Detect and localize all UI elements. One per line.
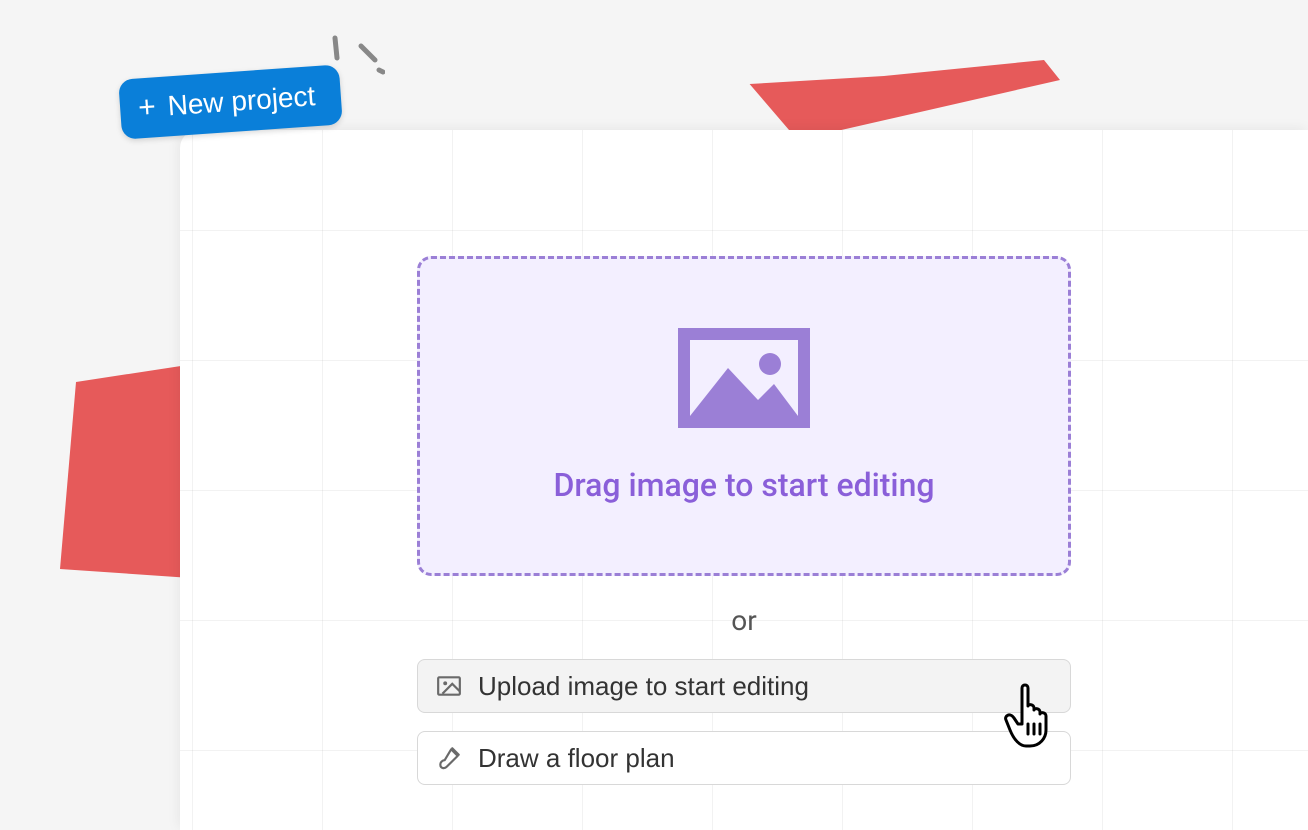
brush-icon <box>436 745 462 771</box>
image-placeholder-icon <box>678 328 810 428</box>
panel-content: Drag image to start editing or Upload im… <box>180 130 1308 803</box>
upload-image-button[interactable]: Upload image to start editing <box>417 659 1071 713</box>
image-dropzone[interactable]: Drag image to start editing <box>417 256 1071 576</box>
editor-panel: Drag image to start editing or Upload im… <box>180 130 1308 830</box>
separator-text: or <box>731 604 756 637</box>
new-project-button[interactable]: + New project <box>118 64 343 139</box>
upload-image-label: Upload image to start editing <box>478 671 809 702</box>
new-project-label: New project <box>167 80 317 122</box>
dropzone-text: Drag image to start editing <box>553 466 934 504</box>
plus-icon: + <box>137 92 157 123</box>
decorative-shape-top <box>740 60 1060 140</box>
draw-floor-plan-button[interactable]: Draw a floor plan <box>417 731 1071 785</box>
image-icon <box>436 673 462 699</box>
draw-floor-plan-label: Draw a floor plan <box>478 743 675 774</box>
